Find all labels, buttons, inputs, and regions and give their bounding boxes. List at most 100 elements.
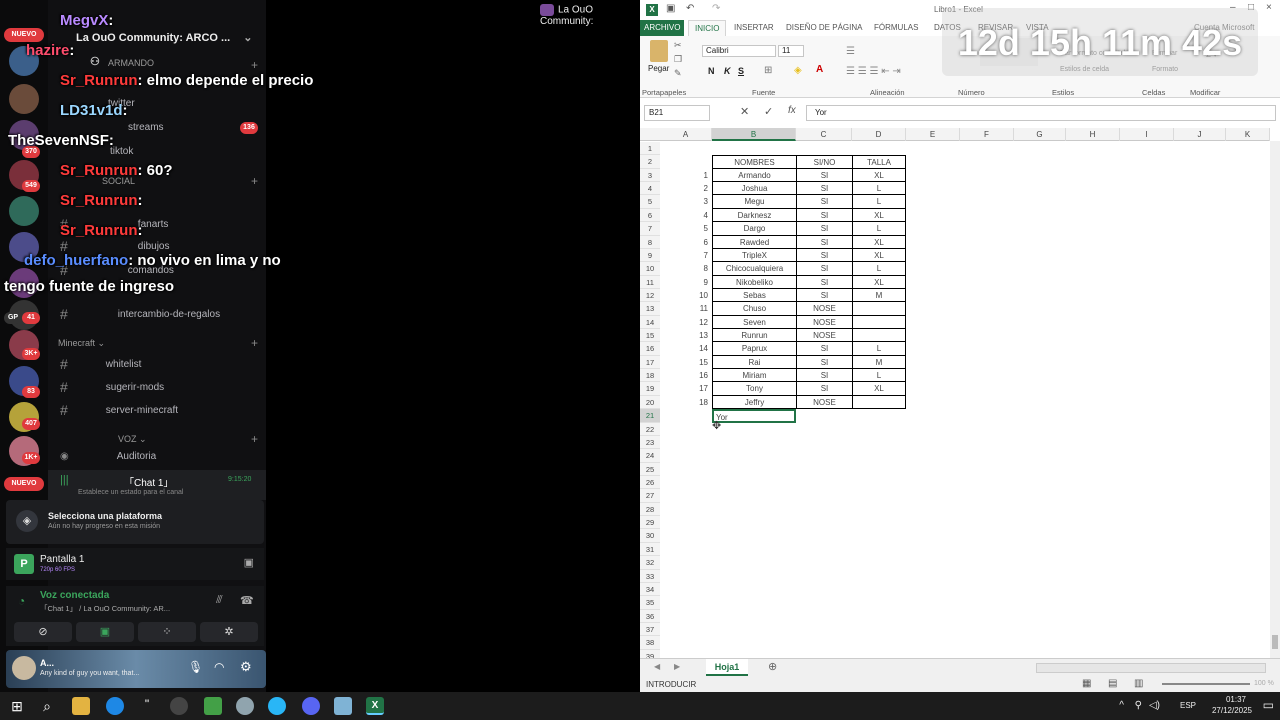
channel-whitelist[interactable]: # whitelist	[60, 356, 141, 372]
name-cell[interactable]: Darknesz	[712, 208, 796, 223]
row-header[interactable]: 13	[640, 302, 660, 316]
next-sheet-icon[interactable]: ▶	[674, 662, 680, 671]
file-explorer-icon[interactable]	[72, 697, 90, 715]
row-header[interactable]: 9	[640, 248, 660, 263]
name-cell[interactable]: Rai	[712, 355, 796, 370]
app-icon[interactable]	[236, 697, 254, 715]
column-header[interactable]: F	[960, 128, 1014, 141]
table-header-cell[interactable]: TALLA	[852, 155, 906, 169]
row-number-cell[interactable]: 8	[660, 262, 708, 275]
app-icon[interactable]	[268, 697, 286, 715]
page-layout-icon[interactable]: ▤	[1108, 678, 1117, 689]
zoom-slider[interactable]	[1162, 683, 1250, 685]
si-no-cell[interactable]: NOSE	[796, 302, 852, 316]
screen-share-panel[interactable]: P Pantalla 1 720p 60 FPS ▣	[6, 548, 264, 580]
borders-icon[interactable]: ⊞	[764, 65, 772, 76]
active-voice-channel[interactable]: ||| 「Chat 1」 9:15:20 Establece un estado…	[48, 470, 266, 500]
font-color-icon[interactable]: A	[816, 64, 823, 75]
font-name-select[interactable]: Calibri	[702, 45, 776, 57]
enter-icon[interactable]: ✓	[764, 105, 773, 118]
size-cell[interactable]	[852, 302, 906, 316]
name-cell[interactable]: Paprux	[712, 342, 796, 356]
row-header[interactable]: 34	[640, 582, 660, 597]
channel-sugerir-mods[interactable]: # sugerir-mods	[60, 379, 164, 395]
row-header[interactable]: 2	[640, 155, 660, 169]
tab-inicio[interactable]: INICIO	[688, 20, 727, 36]
active-cell-b21[interactable]: Yor	[712, 409, 796, 423]
add-member-icon[interactable]: ⚇	[90, 56, 100, 68]
insert-function-icon[interactable]: fx	[788, 105, 796, 116]
row-header[interactable]: 11	[640, 275, 660, 289]
name-box[interactable]: B21	[644, 105, 710, 121]
channel-server-minecraft[interactable]: # server-minecraft	[60, 402, 178, 418]
column-header[interactable]: G	[1014, 128, 1066, 141]
row-header[interactable]: 21	[640, 409, 660, 423]
tab-diseno[interactable]: DISEÑO DE PÁGINA	[786, 23, 862, 32]
headphones-icon[interactable]: ◠	[214, 660, 224, 674]
channel-category[interactable]: Minecraft ⌄	[58, 338, 105, 349]
italic-button[interactable]: K	[724, 66, 731, 76]
horizontal-scrollbar[interactable]	[1036, 663, 1266, 673]
si-no-cell[interactable]: SI	[796, 248, 852, 263]
row-number-cell[interactable]: 2	[660, 182, 708, 195]
row-header[interactable]: 30	[640, 529, 660, 543]
format-painter-icon[interactable]: ✎	[674, 68, 682, 79]
si-no-cell[interactable]: SI	[796, 168, 852, 183]
row-header[interactable]: 5	[640, 195, 660, 209]
column-header[interactable]: J	[1174, 128, 1226, 141]
name-cell[interactable]: Tony	[712, 382, 796, 396]
column-header[interactable]: K	[1226, 128, 1270, 141]
add-channel-icon[interactable]: +	[251, 58, 258, 72]
obs-icon[interactable]	[170, 697, 188, 715]
volume-icon[interactable]: ◁)	[1149, 700, 1160, 711]
size-cell[interactable]: L	[852, 342, 906, 356]
row-header[interactable]: 28	[640, 502, 660, 517]
name-cell[interactable]: Miriam	[712, 369, 796, 383]
discord-icon[interactable]	[302, 697, 320, 715]
row-number-cell[interactable]: 10	[660, 289, 708, 302]
camera-off-button[interactable]: ⊘	[14, 622, 72, 642]
table-header-cell[interactable]: NOMBRES	[712, 155, 796, 169]
row-header[interactable]: 23	[640, 435, 660, 450]
row-header[interactable]: 25	[640, 462, 660, 476]
channel-streams[interactable]: streams	[128, 122, 164, 133]
size-cell[interactable]: XL	[852, 275, 906, 289]
size-cell[interactable]: XL	[852, 382, 906, 396]
name-cell[interactable]: Megu	[712, 195, 796, 209]
avatar[interactable]	[12, 656, 36, 680]
mission-panel[interactable]: ◈ Selecciona una plataforma Aún no hay p…	[6, 500, 264, 544]
close-icon[interactable]: ×	[1266, 2, 1272, 13]
row-number-cell[interactable]: 1	[660, 169, 708, 182]
undo-icon[interactable]: ↶	[686, 3, 694, 14]
column-header[interactable]: H	[1066, 128, 1120, 141]
name-cell[interactable]: Sebas	[712, 288, 796, 303]
si-no-cell[interactable]: SI	[796, 208, 852, 223]
size-cell[interactable]: M	[852, 288, 906, 303]
channel-auditoria[interactable]: ◉ Auditoria	[60, 451, 156, 462]
tab-archivo[interactable]: ARCHIVO	[640, 20, 685, 36]
notepad-icon[interactable]	[334, 697, 352, 715]
align-top-icon[interactable]: ☰	[846, 46, 855, 57]
row-header[interactable]: 20	[640, 395, 660, 410]
add-channel-icon[interactable]: +	[251, 336, 258, 350]
row-header[interactable]: 22	[640, 422, 660, 436]
edge-icon[interactable]	[106, 697, 124, 715]
server-icon[interactable]	[9, 196, 39, 226]
si-no-cell[interactable]: NOSE	[796, 315, 852, 330]
row-header[interactable]: 35	[640, 596, 660, 610]
row-header[interactable]: 37	[640, 622, 660, 637]
normal-view-icon[interactable]: ▦	[1082, 678, 1091, 689]
copy-icon[interactable]: ❐	[674, 54, 682, 65]
row-header[interactable]: 33	[640, 569, 660, 583]
start-icon[interactable]: ⊞	[8, 697, 26, 715]
user-panel[interactable]: A... Any kind of guy you want, that... 🎙…	[6, 650, 266, 688]
name-cell[interactable]: Chuso	[712, 302, 796, 316]
row-header[interactable]: 7	[640, 222, 660, 236]
row-header[interactable]: 27	[640, 489, 660, 503]
chevron-up-icon[interactable]: ^	[1119, 700, 1124, 711]
row-number-cell[interactable]: 15	[660, 356, 708, 369]
scrollbar-thumb[interactable]	[1272, 635, 1278, 649]
size-cell[interactable]: M	[852, 355, 906, 370]
align-left-icon[interactable]: ☰ ☰ ☰ ⇤ ⇥	[846, 66, 901, 77]
row-number-cell[interactable]: 5	[660, 222, 708, 235]
